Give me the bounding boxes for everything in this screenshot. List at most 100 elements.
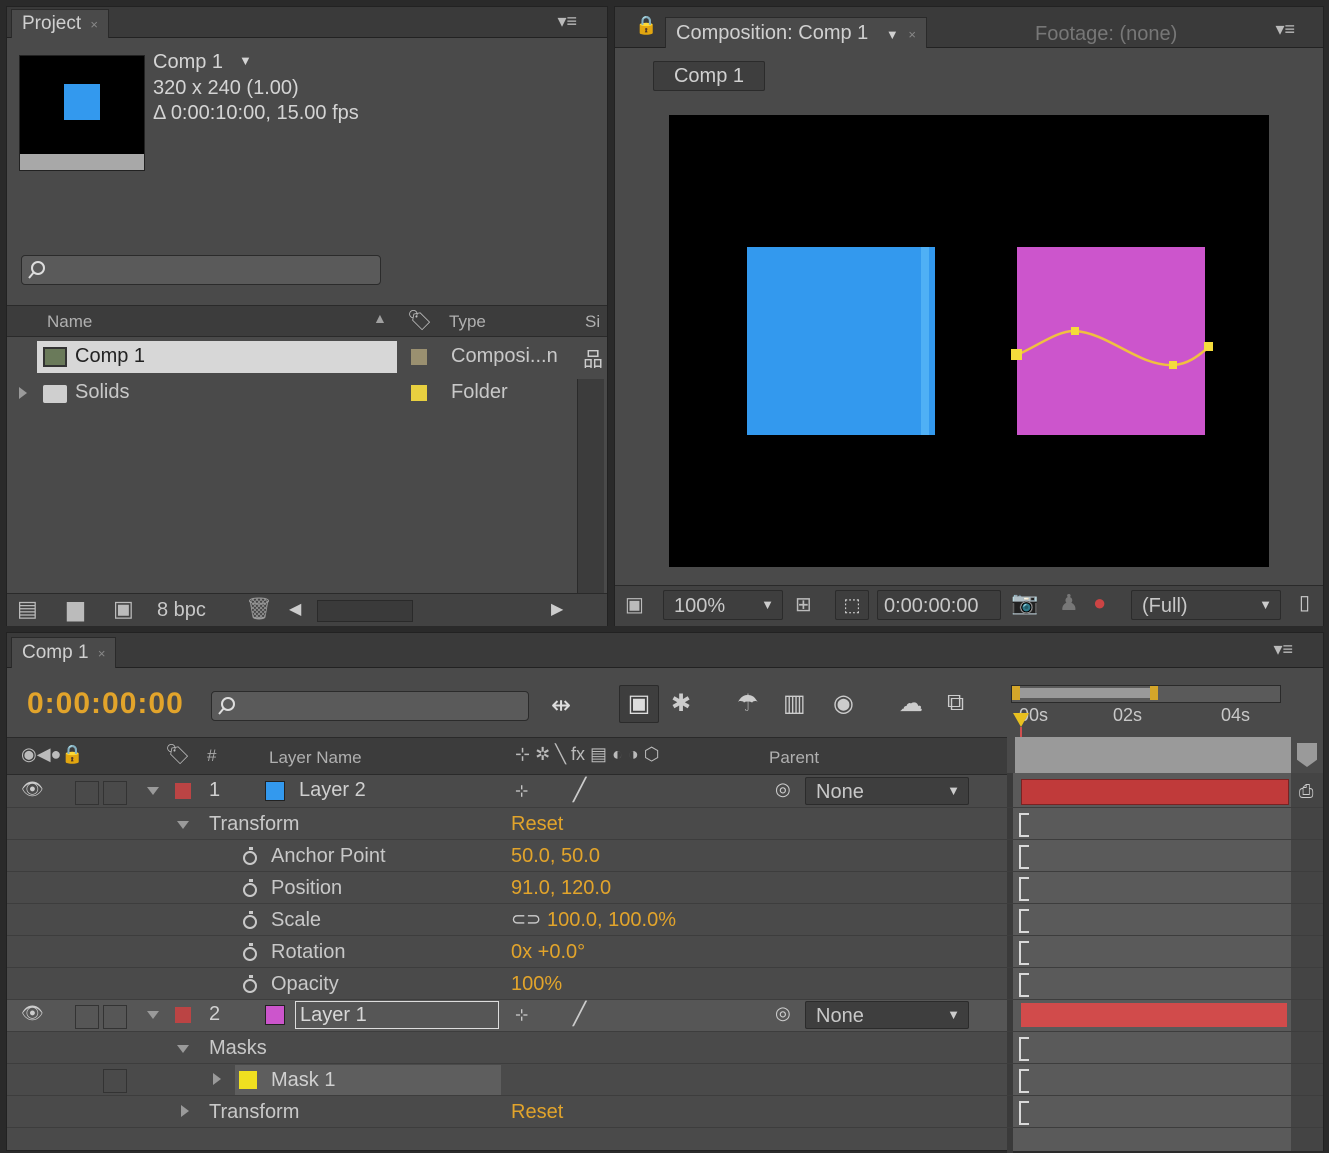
tab-project[interactable]: Project ×: [11, 9, 110, 38]
project-search-input[interactable]: [21, 255, 381, 285]
close-icon[interactable]: ×: [908, 27, 916, 42]
label-color-swatch[interactable]: [411, 349, 427, 365]
transform-group-label[interactable]: Transform: [209, 813, 299, 836]
flowchart-icon[interactable]: 品: [583, 343, 603, 372]
brainstorm-icon[interactable]: ☁: [899, 689, 923, 718]
keyframe-bracket-icon[interactable]: [1019, 941, 1029, 965]
lock-box[interactable]: [103, 781, 127, 805]
lock-box[interactable]: [103, 1005, 127, 1029]
transform-reset[interactable]: Reset: [511, 1101, 563, 1124]
layer-row[interactable]: 👁 1 Layer 2 ⊹ ╱ ◎ None ▼: [7, 775, 1007, 807]
eye-icon[interactable]: 👁: [21, 779, 44, 800]
mask-lock-box[interactable]: [103, 1069, 127, 1093]
label-color-swatch[interactable]: [411, 385, 427, 401]
interpret-footage-icon[interactable]: ▤: [17, 596, 38, 622]
scroll-left-icon[interactable]: ◀: [289, 599, 301, 619]
draft-3d-icon[interactable]: ✱: [671, 689, 691, 718]
property-value[interactable]: 100%: [511, 973, 562, 996]
shy-switch-icon[interactable]: ⊹: [515, 1005, 528, 1025]
mask-color-swatch[interactable]: [239, 1071, 257, 1089]
property-value[interactable]: 0x +0.0°: [511, 941, 585, 964]
property-value[interactable]: 50.0, 50.0: [511, 845, 600, 868]
frame-blending-icon[interactable]: ▥: [783, 689, 806, 718]
close-icon[interactable]: ×: [90, 17, 98, 32]
comp-mini-flowchart-icon[interactable]: ⇹: [551, 691, 571, 720]
work-area-start-handle[interactable]: [1012, 686, 1020, 700]
collapse-arrow-icon[interactable]: [147, 787, 159, 795]
project-item-comp[interactable]: Comp 1 Composi...n 品: [7, 341, 603, 373]
column-size[interactable]: Si: [585, 312, 600, 332]
collapse-arrow-icon[interactable]: [177, 821, 189, 829]
keyframe-bracket-icon[interactable]: [1019, 1101, 1029, 1125]
work-area-bar[interactable]: [1011, 685, 1281, 703]
tab-footage[interactable]: Footage: (none): [1035, 23, 1177, 46]
parent-dropdown[interactable]: None ▼: [805, 1001, 969, 1029]
mask-path[interactable]: [1009, 315, 1219, 395]
keyframe-bracket-icon[interactable]: [1019, 1069, 1029, 1093]
layer-name-edit-box[interactable]: Layer 1: [295, 1001, 499, 1029]
label-color-box[interactable]: [175, 1007, 191, 1023]
layer-row[interactable]: 👁 2 Layer 1 ⊹ ╱ ◎ None ▼: [7, 999, 1007, 1031]
motion-blur-icon[interactable]: ◉: [833, 689, 854, 718]
column-name[interactable]: Name: [47, 312, 92, 332]
stopwatch-icon[interactable]: [243, 879, 257, 897]
panel-menu-icon[interactable]: ▾≡: [1273, 639, 1293, 660]
project-item-solids[interactable]: Solids Folder: [7, 377, 581, 409]
label-color-box[interactable]: [175, 783, 191, 799]
chevron-down-icon[interactable]: ▼: [239, 53, 252, 68]
keyframe-bracket-icon[interactable]: [1019, 909, 1029, 933]
region-of-interest-icon[interactable]: ⬚: [835, 590, 869, 620]
constrain-proportions-icon[interactable]: ⊂⊃: [511, 909, 541, 930]
trash-icon[interactable]: 🗑: [245, 596, 273, 622]
tab-composition[interactable]: Composition: Comp 1 ▼ ×: [665, 17, 927, 48]
work-area-end-handle[interactable]: [1150, 686, 1158, 700]
live-update-icon[interactable]: ▣: [619, 685, 659, 723]
column-parent[interactable]: Parent: [769, 748, 819, 768]
transform-reset[interactable]: Reset: [511, 813, 563, 836]
timeline-search-input[interactable]: [211, 691, 529, 721]
mask-vertex[interactable]: [1071, 327, 1079, 335]
mask-vertex[interactable]: [1204, 342, 1213, 351]
work-area-selection[interactable]: [1016, 688, 1152, 698]
expand-arrow-icon[interactable]: [181, 1105, 189, 1117]
show-snapshot-icon[interactable]: ♟: [1059, 590, 1079, 616]
layer-bar-end-icon[interactable]: ⎙: [1299, 781, 1313, 802]
composition-canvas[interactable]: [669, 115, 1269, 567]
parent-dropdown[interactable]: None ▼: [805, 777, 969, 805]
column-layer-name[interactable]: Layer Name: [269, 748, 362, 768]
expand-arrow-icon[interactable]: [19, 387, 27, 399]
property-value[interactable]: 91.0, 120.0: [511, 877, 611, 900]
masks-group-label[interactable]: Masks: [209, 1037, 267, 1060]
resolution-dropdown[interactable]: (Full) ▼: [1131, 590, 1281, 620]
zoom-dropdown[interactable]: 100% ▼: [663, 590, 783, 620]
label-tag-icon[interactable]: 🏷: [407, 308, 432, 333]
av-features-icon[interactable]: ◉◀●🔒: [21, 744, 84, 765]
comp-breadcrumb[interactable]: Comp 1: [653, 61, 765, 91]
lock-icon[interactable]: 🔒: [635, 15, 657, 36]
collapse-arrow-icon[interactable]: [177, 1045, 189, 1053]
stopwatch-icon[interactable]: [243, 975, 257, 993]
keyframe-bracket-icon[interactable]: [1019, 813, 1029, 837]
solo-box[interactable]: [75, 1005, 99, 1029]
pick-whip-icon[interactable]: ◎: [775, 779, 791, 800]
expand-arrow-icon[interactable]: [213, 1073, 221, 1085]
keyframe-bracket-icon[interactable]: [1019, 845, 1029, 869]
shy-switch-icon[interactable]: ⊹: [515, 781, 528, 801]
pick-whip-icon[interactable]: ◎: [775, 1003, 791, 1024]
quality-switch-icon[interactable]: ╱: [573, 777, 586, 803]
graph-editor-icon[interactable]: ⧉: [947, 689, 964, 717]
sort-up-icon[interactable]: ▲: [373, 310, 387, 326]
panel-menu-icon[interactable]: ▾≡: [557, 11, 577, 32]
overflow-icon[interactable]: ▯: [1299, 590, 1310, 615]
label-tag-icon[interactable]: 🏷: [165, 742, 190, 767]
eye-icon[interactable]: 👁: [21, 1003, 44, 1024]
keyframe-bracket-icon[interactable]: [1019, 1037, 1029, 1061]
new-folder-icon[interactable]: ▆: [67, 596, 84, 622]
hide-shy-layers-icon[interactable]: ☂: [737, 689, 759, 718]
keyframe-bracket-icon[interactable]: [1019, 973, 1029, 997]
layer-duration-bar[interactable]: [1021, 1003, 1287, 1027]
collapse-arrow-icon[interactable]: [147, 1011, 159, 1019]
current-time[interactable]: 0:00:00:00: [27, 687, 184, 721]
keyframe-bracket-icon[interactable]: [1019, 877, 1029, 901]
stopwatch-icon[interactable]: [243, 943, 257, 961]
